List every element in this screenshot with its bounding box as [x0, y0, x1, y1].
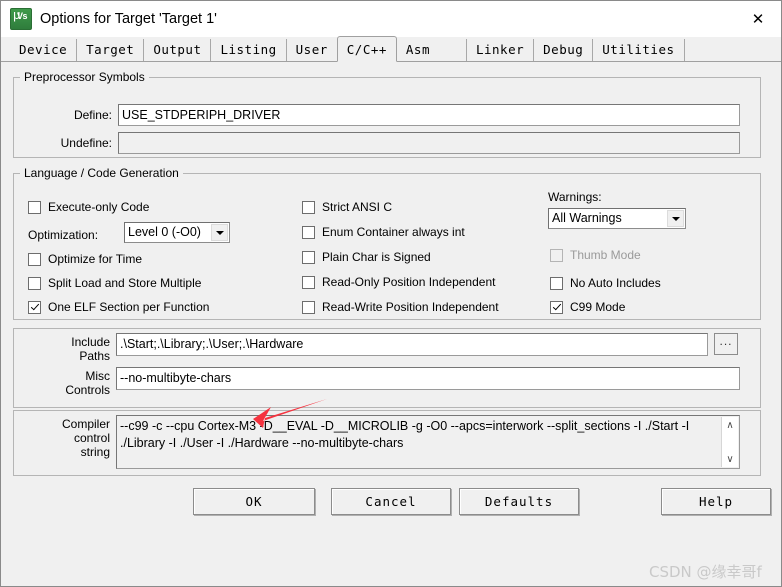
tab-listing[interactable]: Listing [211, 39, 287, 61]
checkbox-box [550, 276, 563, 290]
cc-label-line3: string [80, 445, 110, 459]
checkbox-thumb-mode: Thumb Mode [550, 248, 641, 262]
checkbox-plain-char-is-signed[interactable]: Plain Char is Signed [302, 250, 431, 264]
tab-output[interactable]: Output [144, 39, 212, 61]
warnings-dropdown[interactable]: All Warnings [548, 208, 686, 229]
optimization-value: Level 0 (-O0) [128, 225, 201, 239]
checkbox-box [28, 300, 41, 314]
checkbox-box [302, 225, 315, 239]
paths-group: Include Paths .\Start;.\Library;.\User;.… [13, 328, 761, 408]
scroll-up-icon[interactable]: ∧ [722, 417, 738, 433]
close-icon[interactable]: ✕ [735, 1, 781, 37]
language-code-generation-group: Language / Code Generation Execute-only … [13, 166, 761, 320]
checkbox-box [28, 276, 41, 290]
csdn-watermark: CSDN @缘幸哥f [649, 563, 762, 581]
checkbox-label: C99 Mode [570, 300, 626, 314]
cc-string-line2: ./Library -I ./User -I ./Hardware --no-m… [120, 436, 404, 450]
checkbox-label: Strict ANSI C [322, 200, 393, 214]
checkbox-label: Thumb Mode [570, 248, 641, 262]
checkbox-box [302, 250, 315, 264]
tab-utilities[interactable]: Utilities [593, 39, 685, 61]
define-label: Define: [73, 108, 112, 122]
checkbox-read-only-position-independent[interactable]: Read-Only Position Independent [302, 275, 495, 289]
uvision-icon [10, 8, 32, 30]
compiler-control-string-textarea[interactable]: --c99 -c --cpu Cortex-M3 -D__EVAL -D__MI… [116, 415, 740, 469]
help-button[interactable]: Help [661, 488, 771, 515]
tab-debug[interactable]: Debug [534, 39, 594, 61]
checkbox-label: Read-Write Position Independent [322, 300, 499, 314]
checkbox-box [302, 275, 315, 289]
language-legend: Language / Code Generation [24, 166, 179, 180]
optimization-label: Optimization: [28, 228, 99, 242]
warnings-value: All Warnings [552, 211, 622, 225]
tab-user[interactable]: User [286, 39, 337, 61]
compiler-string-scrollbar[interactable]: ∧ ∨ [721, 417, 738, 467]
title-bar: Options for Target 'Target 1' ✕ [1, 1, 781, 37]
checkbox-label: Enum Container always int [322, 225, 465, 239]
misc-controls-label-line2: Controls [65, 383, 110, 397]
warnings-label: Warnings: [548, 190, 602, 204]
scroll-down-icon[interactable]: ∨ [722, 451, 738, 467]
checkbox-label: Split Load and Store Multiple [48, 276, 202, 290]
dialog-button-row: OK Cancel Defaults Help [1, 482, 781, 542]
cc-string-line1: --c99 -c --cpu Cortex-M3 -D__EVAL -D__MI… [120, 419, 690, 433]
misc-controls-label-line1: Misc [85, 369, 110, 383]
tab-panel-c-cpp: Preprocessor Symbols Define: USE_STDPERI… [1, 62, 781, 586]
window-title: Options for Target 'Target 1' [40, 11, 217, 27]
checkbox-label: Read-Only Position Independent [322, 275, 496, 289]
tab-target[interactable]: Target [77, 39, 145, 61]
checkbox-box [28, 200, 41, 214]
include-paths-input[interactable]: .\Start;.\Library;.\User;.\Hardware [116, 333, 708, 356]
include-paths-label: Include Paths [22, 335, 110, 363]
options-dialog: Options for Target 'Target 1' ✕ Device T… [0, 0, 782, 587]
tab-device[interactable]: Device [10, 39, 78, 61]
tab-linker[interactable]: Linker [466, 39, 535, 61]
checkbox-execute-only-code[interactable]: Execute-only Code [28, 200, 149, 214]
checkbox-box [28, 252, 41, 266]
include-paths-label-line1: Include [71, 335, 110, 349]
undefine-label: Undefine: [60, 136, 112, 150]
checkbox-read-write-position-independent[interactable]: Read-Write Position Independent [302, 300, 499, 314]
checkbox-optimize-for-time[interactable]: Optimize for Time [28, 252, 142, 266]
chevron-down-icon[interactable] [667, 210, 684, 227]
checkbox-label: No Auto Includes [570, 276, 661, 290]
preprocessor-symbols-group: Preprocessor Symbols Define: USE_STDPERI… [13, 70, 761, 158]
checkbox-label: Optimize for Time [48, 252, 143, 266]
checkbox-one-elf-section-per-function[interactable]: One ELF Section per Function [28, 300, 209, 314]
checkbox-split-load-and-store-multiple[interactable]: Split Load and Store Multiple [28, 276, 201, 290]
checkbox-box [550, 300, 563, 314]
preprocessor-legend: Preprocessor Symbols [24, 70, 145, 84]
undefine-input[interactable] [118, 132, 740, 154]
compiler-control-string-group: Compiler control string --c99 -c --cpu C… [13, 410, 761, 476]
chevron-down-icon[interactable] [211, 224, 228, 241]
misc-controls-label: Misc Controls [22, 369, 110, 397]
tab-asm[interactable]: Asm [396, 39, 467, 61]
checkbox-label: Plain Char is Signed [322, 250, 431, 264]
tab-c-cpp[interactable]: C/C++ [336, 36, 397, 62]
checkbox-no-auto-includes[interactable]: No Auto Includes [550, 276, 661, 290]
optimization-dropdown[interactable]: Level 0 (-O0) [124, 222, 230, 243]
misc-controls-input[interactable]: --no-multibyte-chars [116, 367, 740, 390]
compiler-control-string-label: Compiler control string [22, 417, 110, 459]
tab-strip: Device Target Output Listing User C/C++ … [1, 36, 781, 62]
checkbox-c99-mode[interactable]: C99 Mode [550, 300, 625, 314]
cc-label-line2: control [73, 431, 110, 445]
checkbox-box [550, 248, 563, 262]
ok-button[interactable]: OK [193, 488, 315, 515]
checkbox-strict-ansi-c[interactable]: Strict ANSI C [302, 200, 392, 214]
browse-include-paths-button[interactable]: ... [714, 333, 738, 355]
include-paths-label-line2: Paths [79, 349, 110, 363]
cc-label-line1: Compiler [61, 417, 110, 431]
cancel-button[interactable]: Cancel [331, 488, 451, 515]
define-input[interactable]: USE_STDPERIPH_DRIVER [118, 104, 740, 126]
checkbox-label: Execute-only Code [48, 200, 150, 214]
checkbox-box [302, 200, 315, 214]
checkbox-label: One ELF Section per Function [48, 300, 210, 314]
defaults-button[interactable]: Defaults [459, 488, 579, 515]
checkbox-box [302, 300, 315, 314]
checkbox-enum-container-always-int[interactable]: Enum Container always int [302, 225, 465, 239]
